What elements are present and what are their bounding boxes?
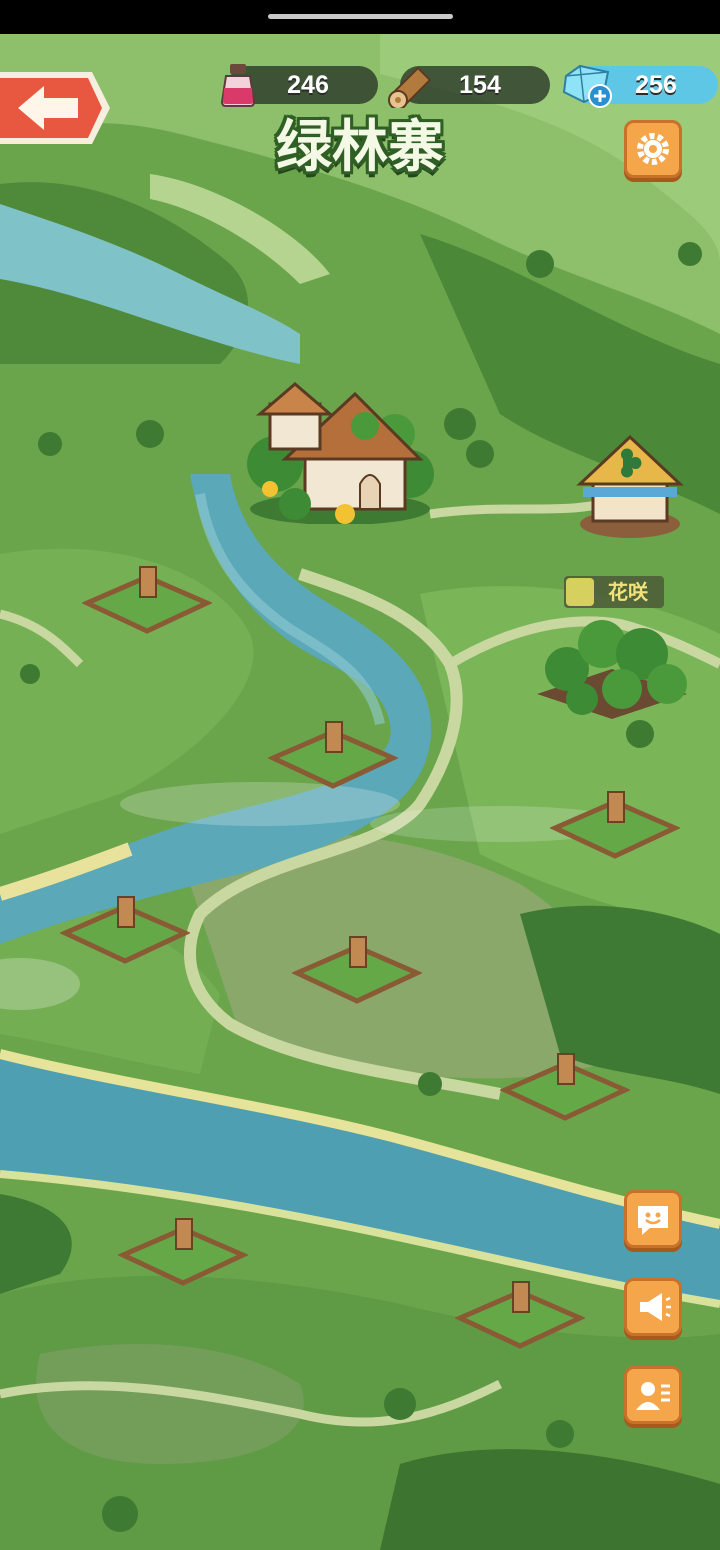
flower-grove[interactable] (532, 614, 692, 729)
gem-value: 256 (635, 71, 677, 99)
empty-plot[interactable] (292, 935, 422, 1010)
back-button[interactable] (0, 68, 112, 148)
page-title: 绿林寨 (276, 115, 444, 180)
profile-card-icon (636, 1382, 670, 1410)
shop-building[interactable] (575, 429, 685, 544)
settings-button[interactable] (624, 120, 682, 178)
status-bar (0, 0, 720, 34)
profile-button[interactable] (624, 1366, 682, 1424)
main-house[interactable] (245, 374, 435, 524)
announcement-button[interactable] (624, 1278, 682, 1336)
gear-icon (637, 133, 669, 165)
empty-plot[interactable] (455, 1280, 585, 1355)
empty-plot[interactable] (82, 565, 212, 640)
flower-location-tag[interactable]: 花咲 (564, 576, 664, 608)
chat-button[interactable] (624, 1190, 682, 1248)
potion-value: 246 (287, 71, 329, 99)
megaphone-icon (640, 1293, 671, 1321)
cloud-leaf-icon (566, 578, 594, 606)
wood-value: 154 (459, 71, 501, 99)
chat-smile-icon (638, 1206, 668, 1235)
wood-log-icon (388, 66, 432, 108)
empty-plot[interactable] (60, 895, 190, 970)
empty-plot[interactable] (500, 1052, 630, 1127)
empty-plot[interactable] (550, 790, 680, 865)
empty-plot[interactable] (268, 720, 398, 795)
home-indicator (268, 14, 453, 19)
add-gems-button[interactable] (588, 84, 612, 108)
flower-location-label: 花咲 (608, 580, 648, 604)
potion-icon (220, 64, 256, 107)
empty-plot[interactable] (118, 1217, 248, 1292)
